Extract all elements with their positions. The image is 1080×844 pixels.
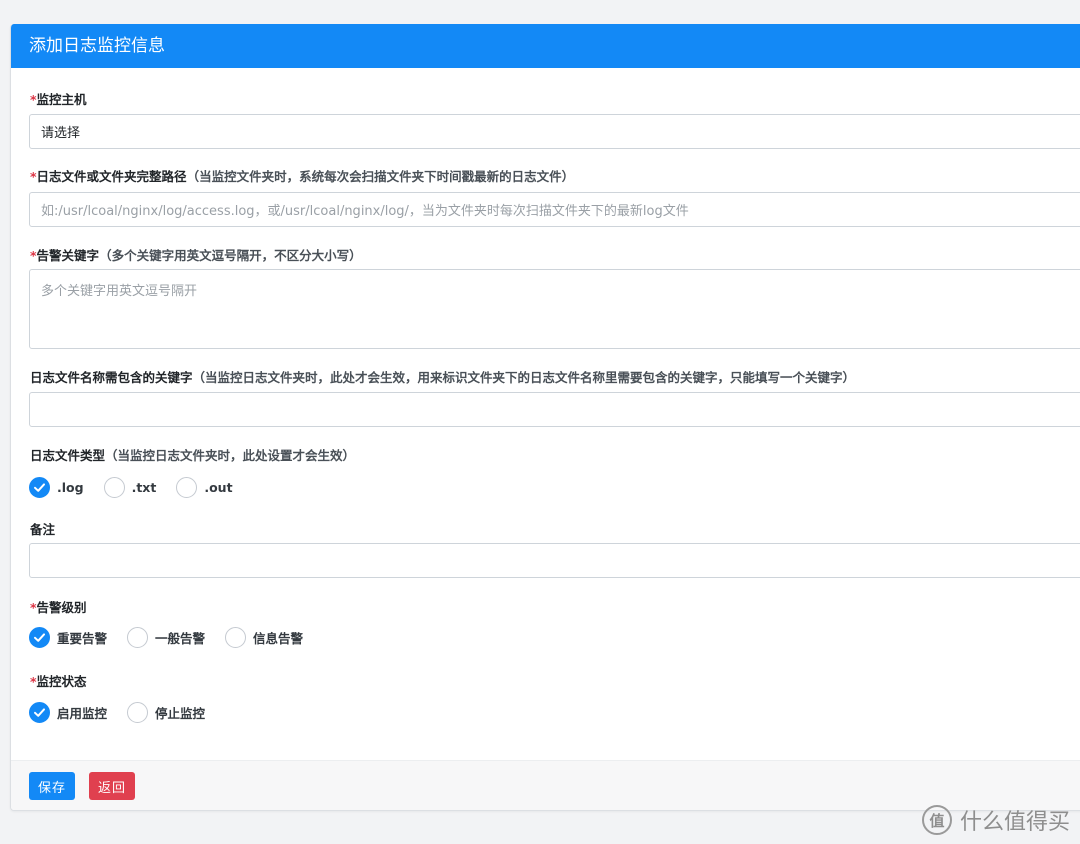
remark-input[interactable] (29, 543, 1080, 578)
form-card: 添加日志监控信息 *监控主机 请选择 *日志文件或文件夹完整路径（当监控文件夹时… (10, 24, 1080, 811)
monitor-status-option[interactable]: 启用监控 (29, 701, 108, 723)
file-type-option-label: .log (57, 479, 84, 495)
keywords-label: *告警关键字（多个关键字用英文逗号隔开，不区分大小写） (30, 248, 362, 263)
card-header: 添加日志监控信息 (11, 24, 1080, 68)
monitor-status-option-label: 启用监控 (57, 705, 108, 721)
file-type-radio-group: .log .txt .out (29, 476, 253, 498)
alert-level-option[interactable]: 一般告警 (127, 626, 206, 648)
alert-level-option-label: 重要告警 (57, 630, 108, 646)
form-body: *监控主机 请选择 *日志文件或文件夹完整路径（当监控文件夹时，系统每次会扫描文… (11, 68, 1080, 760)
watermark-logo-icon: 值 (921, 805, 952, 835)
host-select[interactable]: 请选择 (29, 114, 1080, 149)
file-type-label: 日志文件类型（当监控日志文件夹时，此处设置才会生效） (30, 448, 356, 463)
file-type-option[interactable]: .txt (103, 476, 157, 498)
radio-unchecked-icon[interactable] (103, 476, 125, 498)
radio-unchecked-icon[interactable] (176, 476, 198, 498)
monitor-status-option-label: 停止监控 (155, 705, 206, 721)
path-hint: （当监控文件夹时，系统每次会扫描文件夹下时间戳最新的日志文件） (186, 169, 575, 184)
host-select-value: 请选择 (41, 126, 81, 141)
radio-checked-icon[interactable] (29, 701, 50, 723)
filename-keyword-hint: （当监控日志文件夹时，此处才会生效，用来标识文件夹下的日志文件名称里需要包含的关… (192, 370, 856, 385)
file-type-option[interactable]: .log (29, 476, 84, 498)
file-type-option-label: .out (204, 479, 233, 495)
watermark: 值 什么值得买 (921, 804, 1070, 836)
radio-checked-icon[interactable] (29, 626, 50, 648)
alert-level-label: *告警级别 (30, 600, 87, 615)
keywords-placeholder: 多个关键字用英文逗号隔开 (41, 284, 198, 299)
alert-level-option-label: 一般告警 (155, 630, 206, 646)
path-placeholder: 如:/usr/lcoal/nginx/log/access.log，或/usr/… (41, 204, 689, 219)
remark-label: 备注 (30, 522, 56, 537)
radio-unchecked-icon[interactable] (127, 701, 149, 723)
alert-level-option-label: 信息告警 (253, 630, 304, 646)
radio-checked-icon[interactable] (29, 476, 50, 498)
alert-level-option[interactable]: 重要告警 (29, 626, 108, 648)
path-input[interactable]: 如:/usr/lcoal/nginx/log/access.log，或/usr/… (29, 192, 1080, 227)
host-label: *监控主机 (30, 92, 87, 107)
monitor-status-option[interactable]: 停止监控 (127, 701, 206, 723)
back-button[interactable]: 返回 (89, 772, 136, 800)
alert-level-option[interactable]: 信息告警 (225, 626, 304, 648)
page-title: 添加日志监控信息 (29, 36, 165, 56)
monitor-status-label: *监控状态 (30, 674, 87, 689)
radio-unchecked-icon[interactable] (225, 626, 247, 648)
file-type-option-label: .txt (131, 479, 157, 495)
monitor-status-radio-group: 启用监控 停止监控 (29, 701, 225, 723)
path-label: *日志文件或文件夹完整路径（当监控文件夹时，系统每次会扫描文件夹下时间戳最新的日… (30, 169, 575, 184)
keywords-hint: （多个关键字用英文逗号隔开，不区分大小写） (99, 248, 362, 263)
watermark-text: 什么值得买 (959, 810, 1070, 835)
radio-unchecked-icon[interactable] (127, 626, 149, 648)
file-type-hint: （当监控日志文件夹时，此处设置才会生效） (105, 448, 356, 463)
filename-keyword-input[interactable] (29, 392, 1080, 427)
keywords-textarea[interactable]: 多个关键字用英文逗号隔开 (29, 269, 1080, 349)
card-footer: 保存 返回 (11, 760, 1080, 810)
filename-keyword-label: 日志文件名称需包含的关键字（当监控日志文件夹时，此处才会生效，用来标识文件夹下的… (30, 370, 856, 385)
file-type-option[interactable]: .out (176, 476, 233, 498)
save-button[interactable]: 保存 (29, 772, 76, 800)
alert-level-radio-group: 重要告警 一般告警 信息告警 (29, 626, 323, 648)
